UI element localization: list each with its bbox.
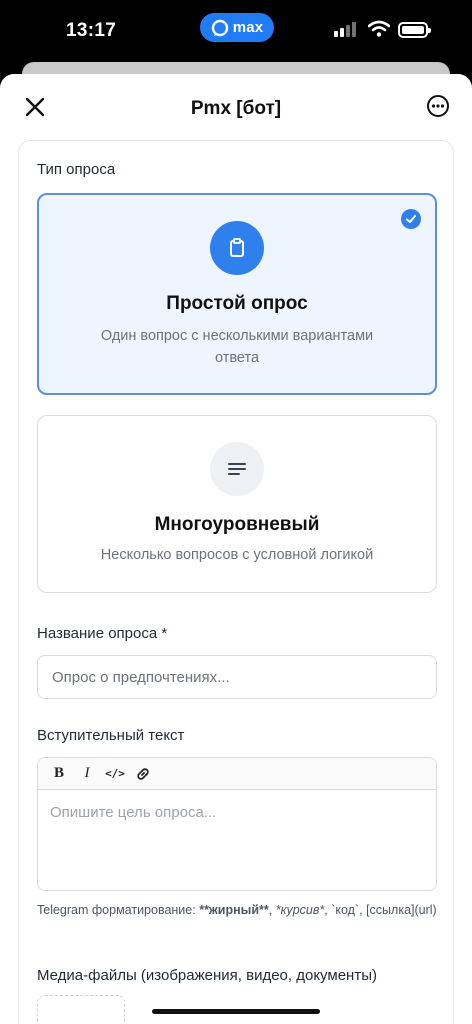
poll-type-simple-description: Один вопрос с несколькими вариантами отв…: [100, 328, 374, 366]
editor-toolbar: B I </>: [38, 758, 436, 790]
lines-icon: [210, 442, 264, 496]
poll-type-label: Тип опроса: [37, 161, 116, 178]
link-button[interactable]: [130, 762, 156, 786]
poll-type-simple-title: Простой опрос: [166, 293, 308, 314]
status-time: 13:17: [66, 20, 117, 41]
app-pill[interactable]: max: [200, 13, 274, 42]
hint-bold: **жирный**: [199, 903, 269, 917]
check-icon: [401, 209, 421, 229]
app-pill-label: max: [232, 19, 264, 36]
link-icon: [137, 767, 149, 780]
intro-text-label: Вступительный текст: [37, 727, 185, 744]
hint-prefix: Telegram форматирование:: [37, 903, 200, 917]
media-upload-dropzone[interactable]: [37, 995, 125, 1024]
status-bar: 13:17 max: [0, 0, 472, 64]
formatting-hint: Telegram форматирование: **жирный**, *ку…: [37, 901, 437, 919]
poll-type-multilevel-description: Несколько вопросов с условной логикой: [100, 547, 374, 563]
intro-text-placeholder: Опишите цель опроса...: [50, 804, 217, 821]
page-title: Pmx [бот]: [190, 98, 282, 119]
signal-icon: [334, 22, 356, 37]
hint-sep: ,: [268, 903, 276, 917]
hint-italic: *курсив*: [275, 903, 325, 917]
more-icon[interactable]: [426, 94, 450, 118]
poll-name-label: Название опроса *: [37, 625, 168, 642]
home-indicator[interactable]: [152, 1009, 320, 1014]
wifi-icon: [368, 20, 390, 37]
poll-name-input[interactable]: Опрос о предпочтениях...: [37, 655, 437, 699]
poll-type-multilevel-title: Многоуровневый: [154, 514, 320, 535]
italic-button[interactable]: I: [74, 762, 100, 786]
poll-name-placeholder: Опрос о предпочтениях...: [52, 669, 230, 686]
poll-type-multilevel-card[interactable]: Многоуровневый Несколько вопросов с усло…: [37, 415, 437, 593]
max-logo-icon: [211, 19, 228, 36]
clipboard-icon: [210, 221, 264, 275]
hint-rest: , `код`, [ссылка](url): [324, 903, 437, 917]
sheet-header: Pmx [бот]: [0, 74, 472, 140]
code-button[interactable]: </>: [102, 762, 128, 786]
intro-text-editor[interactable]: B I </> Опишите цель опроса...: [37, 757, 437, 891]
form-container: Тип опроса Простой опрос Один вопрос с н…: [18, 140, 454, 1024]
media-label: Медиа-файлы (изображения, видео, докумен…: [37, 967, 377, 984]
bold-button[interactable]: B: [46, 762, 72, 786]
poll-type-simple-card[interactable]: Простой опрос Один вопрос с несколькими …: [37, 193, 437, 395]
battery-icon: [398, 22, 431, 38]
poll-sheet: Pmx [бот] Тип опроса Простой опрос Один …: [0, 74, 472, 1024]
